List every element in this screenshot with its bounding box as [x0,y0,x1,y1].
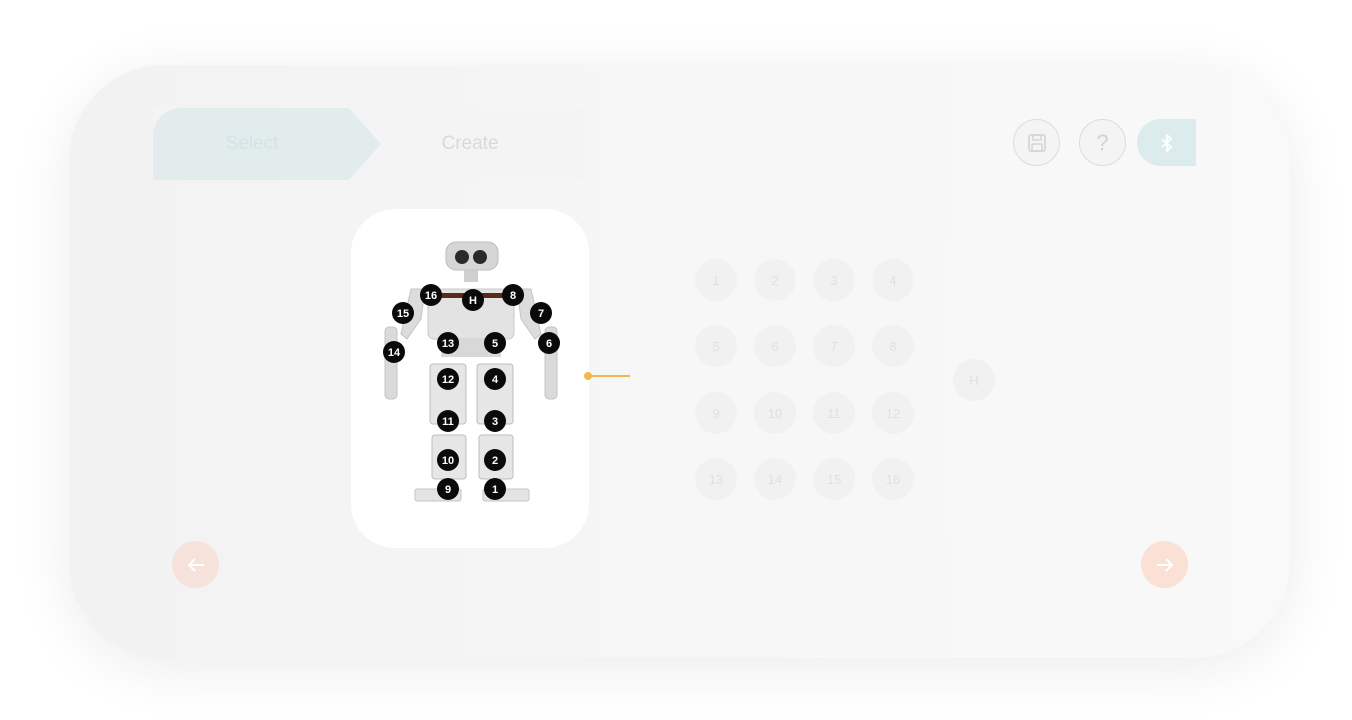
svg-text:9: 9 [445,484,451,496]
help-button[interactable]: ? [1079,119,1126,166]
arrow-left-icon [187,557,204,572]
joint-marker[interactable]: 5 [484,332,506,354]
joint-marker[interactable]: 6 [538,332,560,354]
joint-marker[interactable]: 3 [484,410,506,432]
svg-text:16: 16 [425,290,437,302]
svg-text:8: 8 [510,290,516,302]
joint-marker[interactable]: 11 [437,410,459,432]
svg-text:14: 14 [388,347,401,359]
svg-text:4: 4 [492,374,499,386]
app-stage: Select Create ? 16 H 8 15 7 14 13 5 6 12… [0,0,1352,720]
robot-eye-left [455,250,469,264]
servo-button[interactable]: 6 [754,325,796,367]
servo-button[interactable]: 10 [754,392,796,434]
next-button[interactable] [1141,541,1188,588]
svg-text:12: 12 [442,374,454,386]
save-icon [1027,133,1046,152]
joint-marker[interactable]: H [462,289,484,311]
connector-dot [584,372,592,380]
tab-create[interactable]: Create [400,108,540,180]
joint-marker[interactable]: 4 [484,368,506,390]
joint-marker[interactable]: 12 [437,368,459,390]
svg-text:7: 7 [538,308,544,320]
servo-button[interactable]: 1 [695,259,737,301]
robot-neck [464,270,478,282]
tab-select-label[interactable]: Select [153,108,381,180]
svg-text:1: 1 [492,484,498,496]
joint-marker[interactable]: 15 [392,302,414,324]
servo-button[interactable]: 16 [872,458,914,500]
servo-button[interactable]: 14 [754,458,796,500]
svg-text:6: 6 [546,338,552,350]
save-button[interactable] [1013,119,1060,166]
joint-marker[interactable]: 9 [437,478,459,500]
svg-text:13: 13 [442,338,454,350]
robot-arm-left-lower [384,326,398,400]
robot-head [445,241,499,271]
svg-text:H: H [469,295,477,307]
bluetooth-icon [1160,133,1172,152]
joint-marker[interactable]: 8 [502,284,524,306]
joint-marker[interactable]: 7 [530,302,552,324]
joint-marker[interactable]: 16 [420,284,442,306]
servo-button[interactable]: 7 [813,325,855,367]
head-servo-button[interactable]: H [953,359,995,401]
help-label: ? [1096,129,1109,155]
bluetooth-button[interactable] [1137,119,1196,166]
servo-button[interactable]: 12 [872,392,914,434]
svg-text:10: 10 [442,455,454,467]
servo-button[interactable]: 8 [872,325,914,367]
servo-button[interactable]: 4 [872,259,914,301]
joint-marker[interactable]: 13 [437,332,459,354]
svg-text:11: 11 [442,416,454,428]
servo-button[interactable]: 2 [754,259,796,301]
servo-button[interactable]: 15 [813,458,855,500]
joint-marker[interactable]: 1 [484,478,506,500]
robot-eye-right [473,250,487,264]
joint-marker[interactable]: 10 [437,449,459,471]
svg-text:5: 5 [492,338,498,350]
svg-text:15: 15 [397,308,409,320]
servo-button[interactable]: 9 [695,392,737,434]
joint-marker[interactable]: 2 [484,449,506,471]
joint-marker[interactable]: 14 [383,341,405,363]
servo-button[interactable]: 5 [695,325,737,367]
arrow-right-icon [1156,557,1173,572]
svg-text:3: 3 [492,416,498,428]
connector-line [586,375,630,377]
servo-button[interactable]: 13 [695,458,737,500]
robot-figure: 16 H 8 15 7 14 13 5 6 12 4 11 3 10 2 9 1 [383,241,560,502]
servo-button[interactable]: 11 [813,392,855,434]
svg-text:2: 2 [492,455,498,467]
prev-button[interactable] [172,541,219,588]
servo-button[interactable]: 3 [813,259,855,301]
